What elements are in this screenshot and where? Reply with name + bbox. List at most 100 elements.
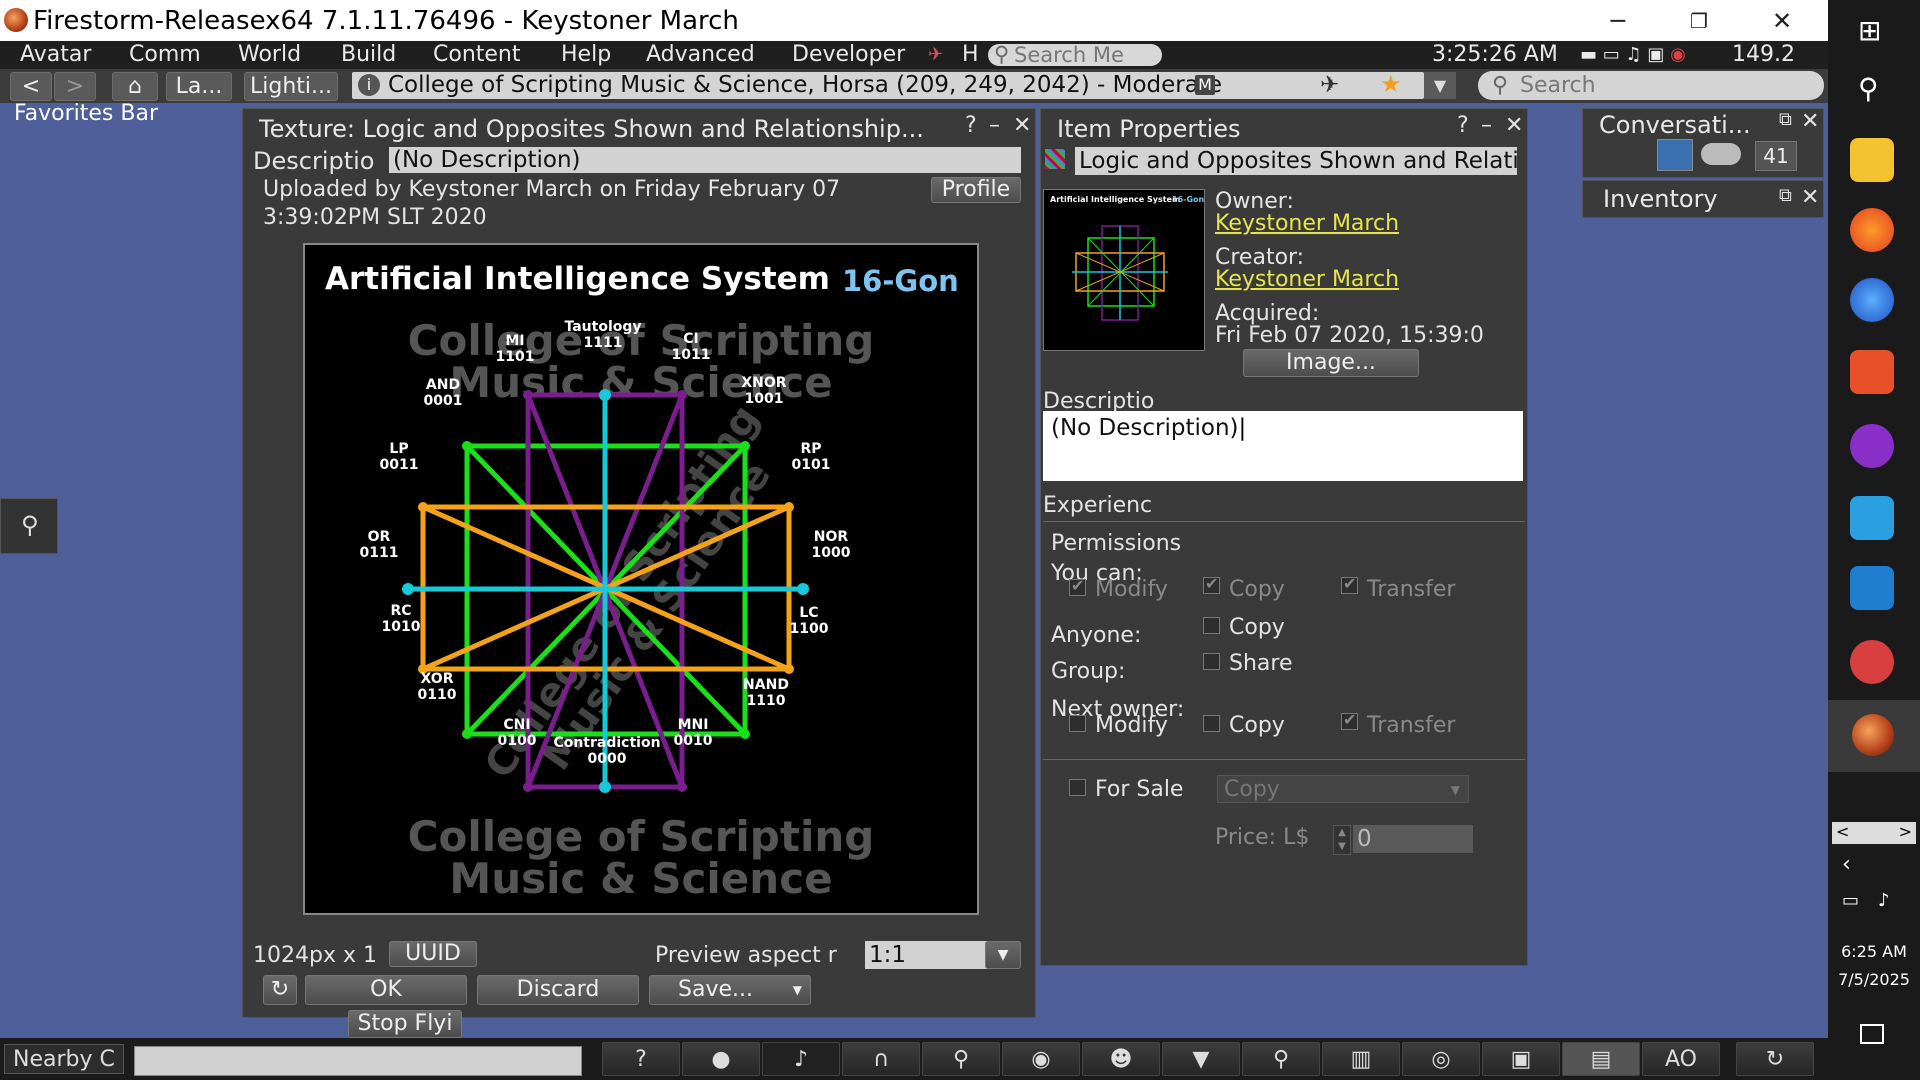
appearance-toolbar-button[interactable]: ▼ xyxy=(1162,1042,1240,1076)
speak-toolbar-button[interactable]: ∩ xyxy=(842,1042,920,1076)
location-bar[interactable]: i College of Scripting Music & Science, … xyxy=(352,71,1456,99)
media-icon[interactable]: ▣ xyxy=(1647,44,1664,65)
info-icon[interactable]: i xyxy=(358,74,380,96)
chat-toolbar-button[interactable]: ● xyxy=(682,1042,760,1076)
description-field[interactable]: (No Description) xyxy=(389,147,1021,173)
view-toolbar-button[interactable]: ◉ xyxy=(1002,1042,1080,1076)
uuid-button[interactable]: UUID xyxy=(389,941,477,967)
notification-icon[interactable] xyxy=(1860,1024,1884,1044)
menu-developer[interactable]: Developer xyxy=(792,41,905,69)
inventory-toolbar-button[interactable]: ▤ xyxy=(1562,1042,1640,1076)
firestorm-taskbar-item[interactable] xyxy=(1828,700,1920,772)
refresh-button[interactable]: ↻ xyxy=(263,975,297,1005)
next-owner-modify-checkbox[interactable] xyxy=(1069,715,1086,732)
creator-link[interactable]: Keystoner March xyxy=(1215,267,1399,292)
close-inventory-button[interactable]: ✕ xyxy=(1801,185,1819,210)
save-button[interactable]: Save... ▼ xyxy=(649,975,811,1005)
discard-button[interactable]: Discard xyxy=(477,975,639,1005)
group-share-checkbox[interactable] xyxy=(1203,653,1220,670)
location-dropdown-icon[interactable]: ▼ xyxy=(1424,72,1456,99)
menu-help[interactable]: Help xyxy=(561,41,611,69)
file-explorer-icon[interactable] xyxy=(1850,138,1894,182)
firefox-dev-icon[interactable] xyxy=(1850,278,1894,322)
voice-muted-icon[interactable]: ◉ xyxy=(1670,44,1686,65)
menu-comm[interactable]: Comm xyxy=(129,41,201,69)
menu-build[interactable]: Build xyxy=(341,41,396,69)
image-button[interactable]: Image... xyxy=(1243,349,1419,377)
inventory-title[interactable]: Inventory xyxy=(1603,185,1718,213)
firefox-icon[interactable] xyxy=(1850,208,1894,252)
owner-link[interactable]: Keystoner March xyxy=(1215,211,1399,236)
vscode-icon[interactable] xyxy=(1850,566,1894,610)
landmarks-button[interactable]: La... xyxy=(166,72,232,101)
lighting-button[interactable]: Lighti... xyxy=(244,72,338,101)
minimize-button[interactable]: ─ xyxy=(1598,4,1638,38)
restore-button[interactable]: ❐ xyxy=(1679,4,1719,38)
camera-icon[interactable]: ▬ xyxy=(1580,44,1597,65)
walk-toolbar-button[interactable]: ⚲ xyxy=(922,1042,1000,1076)
close-floater-button[interactable]: ✕ xyxy=(1013,113,1031,138)
undock-icon[interactable]: ⧉ xyxy=(1779,109,1792,130)
conversation-count[interactable]: 41 xyxy=(1755,141,1797,171)
minimize-floater-button[interactable]: – xyxy=(1481,113,1492,138)
stop-flying-button[interactable]: Stop Flyi xyxy=(348,1010,462,1038)
undock-icon[interactable]: ⧉ xyxy=(1779,185,1792,206)
close-conversations-button[interactable]: ✕ xyxy=(1801,109,1819,134)
menu-world[interactable]: World xyxy=(238,41,301,69)
save-dropdown-icon[interactable]: ▼ xyxy=(793,976,802,1004)
preview-aspect-combo[interactable]: 1:1 xyxy=(865,941,989,969)
scroll-left-icon[interactable]: < xyxy=(1836,822,1849,841)
help-toolbar-button[interactable]: ? xyxy=(602,1042,680,1076)
help-button[interactable]: ? xyxy=(965,113,977,138)
description-textarea[interactable]: (No Description)| xyxy=(1043,411,1523,481)
nearby-chat-button[interactable]: Nearby C xyxy=(4,1044,124,1074)
fly-status-icon[interactable]: ✈ xyxy=(928,41,943,69)
brave-icon[interactable] xyxy=(1850,350,1894,394)
next-owner-copy-checkbox[interactable] xyxy=(1203,715,1220,732)
search-toolbar-button[interactable]: ⚲ xyxy=(1242,1042,1320,1076)
network-icon[interactable]: ▭ xyxy=(1842,890,1859,911)
windsurf-icon[interactable] xyxy=(1850,496,1894,540)
windows-start-icon[interactable]: ⊞ xyxy=(1858,14,1888,47)
reload-toolbar-button[interactable]: ↻ xyxy=(1736,1042,1814,1076)
for-sale-checkbox[interactable] xyxy=(1069,779,1086,796)
search-icon[interactable]: ⚲ xyxy=(1858,72,1888,105)
snapshot-toolbar-button[interactable]: ▣ xyxy=(1482,1042,1560,1076)
favorites-bar[interactable]: Favorites Bar xyxy=(14,101,158,126)
map-pin-button[interactable]: ⚲ xyxy=(0,498,58,554)
map-toolbar-button[interactable]: ▥ xyxy=(1322,1042,1400,1076)
monitor-icon[interactable]: ▭ xyxy=(1603,44,1620,65)
search-menu-input[interactable]: ⚲ Search Me xyxy=(988,43,1162,66)
back-button[interactable]: < xyxy=(10,72,52,101)
forward-button[interactable]: > xyxy=(54,72,96,101)
close-button[interactable]: ✕ xyxy=(1762,4,1802,38)
menu-advanced[interactable]: Advanced xyxy=(646,41,755,69)
search-input[interactable]: ⚲ Search xyxy=(1478,71,1824,100)
balance[interactable]: 149.2 xyxy=(1732,41,1795,69)
music-icon[interactable]: ♫ xyxy=(1626,44,1642,65)
people-toolbar-button[interactable]: ☻ xyxy=(1082,1042,1160,1076)
close-floater-button[interactable]: ✕ xyxy=(1505,113,1523,138)
taskbar-date[interactable]: 7/5/2025 xyxy=(1828,970,1920,989)
preview-aspect-dropdown[interactable]: ▼ xyxy=(985,941,1021,969)
app-icon[interactable] xyxy=(1850,640,1894,684)
ok-button[interactable]: OK xyxy=(305,975,467,1005)
help-button[interactable]: ? xyxy=(1457,113,1469,138)
taskbar-time[interactable]: 6:25 AM xyxy=(1828,942,1920,961)
menu-avatar[interactable]: Avatar xyxy=(20,41,91,69)
ao-toolbar-button[interactable]: AO xyxy=(1642,1042,1720,1076)
tray-scrollbar[interactable]: < > xyxy=(1832,822,1916,844)
chat-input[interactable] xyxy=(134,1046,582,1076)
chat-avatar-icon[interactable] xyxy=(1657,139,1693,171)
radar-toolbar-button[interactable]: ◎ xyxy=(1402,1042,1480,1076)
item-name-field[interactable]: Logic and Opposites Shown and Relation xyxy=(1075,147,1517,175)
profile-button[interactable]: Profile xyxy=(931,177,1021,203)
home-button[interactable]: ⌂ xyxy=(112,72,158,101)
tor-browser-icon[interactable] xyxy=(1850,424,1894,468)
scroll-right-icon[interactable]: > xyxy=(1899,822,1912,841)
menu-content[interactable]: Content xyxy=(433,41,521,69)
volume-icon[interactable]: ♪ xyxy=(1878,890,1890,911)
favorite-star-icon[interactable]: ★ xyxy=(1380,71,1402,98)
minimize-floater-button[interactable]: – xyxy=(989,113,1000,138)
nearby-chat-bubble-icon[interactable] xyxy=(1701,143,1741,165)
